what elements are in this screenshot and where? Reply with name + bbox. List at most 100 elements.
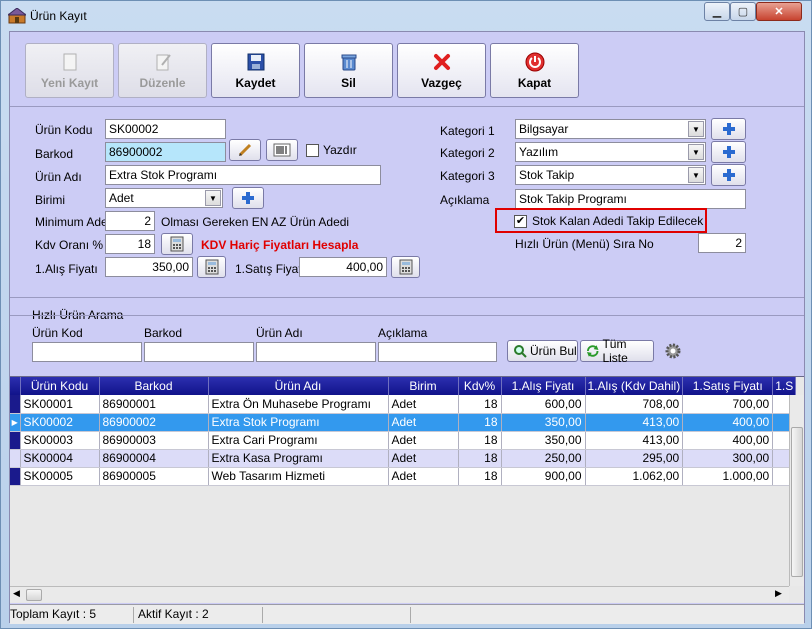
- product-grid[interactable]: Ürün Kodu Barkod Ürün Adı Birim Kdv% 1.Alış F…: [10, 376, 804, 603]
- horizontal-scrollbar[interactable]: ◀ ▶: [10, 586, 789, 602]
- table-cell[interactable]: 18: [458, 431, 502, 450]
- table-cell[interactable]: SK00002: [20, 413, 100, 432]
- delete-button[interactable]: Sil: [304, 43, 393, 98]
- save-button[interactable]: Kaydet: [211, 43, 300, 98]
- table-row[interactable]: SK00003 86900003 Extra Cari Programı Adet 18…: [10, 431, 797, 450]
- hizli-urun-field[interactable]: 2: [698, 233, 746, 253]
- row-indicator[interactable]: [10, 467, 21, 486]
- table-cell[interactable]: 600,00: [501, 395, 586, 414]
- column-header[interactable]: Ürün Kodu: [20, 377, 100, 395]
- add-birim-button[interactable]: [232, 187, 264, 209]
- urun-adi-field[interactable]: Extra Stok Programı: [105, 165, 381, 185]
- satis-fiyati-field[interactable]: 400,00: [299, 257, 387, 277]
- table-cell[interactable]: 86900003: [99, 431, 209, 450]
- table-cell[interactable]: 86900004: [99, 449, 209, 468]
- vertical-scroll-thumb[interactable]: [791, 427, 803, 577]
- column-header[interactable]: Barkod: [99, 377, 209, 395]
- add-kategori-3-button[interactable]: [711, 164, 746, 186]
- kdv-haric-link[interactable]: KDV Hariç Fiyatları Hesapla: [201, 238, 358, 252]
- table-cell[interactable]: 295,00: [585, 449, 684, 468]
- find-product-button[interactable]: Ürün Bul: [507, 340, 578, 362]
- alis-fiyati-field[interactable]: 350,00: [105, 257, 193, 277]
- scroll-left-icon[interactable]: ◀: [13, 588, 20, 599]
- table-cell[interactable]: Extra Ön Muhasebe Programı: [208, 395, 389, 414]
- gear-icon[interactable]: [665, 343, 681, 359]
- edit-button[interactable]: Düzenle: [118, 43, 207, 98]
- table-cell[interactable]: 18: [458, 467, 502, 486]
- column-header[interactable]: 1.Alış Fiyatı: [501, 377, 586, 395]
- column-header[interactable]: Ürün Adı: [208, 377, 389, 395]
- generate-barcode-button[interactable]: [229, 139, 261, 161]
- table-cell[interactable]: Extra Stok Programı: [208, 413, 389, 432]
- scroll-right-icon[interactable]: ▶: [775, 588, 782, 599]
- all-list-button[interactable]: Tüm Liste: [580, 337, 654, 365]
- row-indicator[interactable]: [10, 449, 21, 468]
- title-bar[interactable]: Ürün Kayıt ▁ ▢ ✕: [1, 1, 811, 31]
- add-kategori-1-button[interactable]: [711, 118, 746, 140]
- new-record-button[interactable]: Yeni Kayıt: [25, 43, 114, 98]
- column-header[interactable]: Kdv%: [458, 377, 502, 395]
- barkod-field[interactable]: 86900002: [105, 142, 226, 162]
- table-cell[interactable]: 400,00: [682, 431, 774, 450]
- chevron-down-icon[interactable]: ▼: [688, 144, 704, 160]
- table-cell[interactable]: 350,00: [501, 413, 586, 432]
- birimi-select[interactable]: Adet ▼: [105, 188, 223, 208]
- chevron-down-icon[interactable]: ▼: [688, 121, 704, 137]
- column-header[interactable]: 1.S: [772, 377, 797, 395]
- table-cell[interactable]: Web Tasarım Hizmeti: [208, 467, 389, 486]
- table-cell[interactable]: Adet: [388, 413, 459, 432]
- table-cell[interactable]: 350,00: [501, 431, 586, 450]
- table-cell[interactable]: 250,00: [501, 449, 586, 468]
- column-header[interactable]: 1.Satış Fiyatı: [682, 377, 774, 395]
- add-kategori-2-button[interactable]: [711, 141, 746, 163]
- chevron-down-icon[interactable]: ▼: [205, 190, 221, 206]
- kdv-calculator-button[interactable]: [161, 233, 193, 255]
- table-cell[interactable]: 86900001: [99, 395, 209, 414]
- table-cell[interactable]: SK00003: [20, 431, 100, 450]
- table-cell[interactable]: Adet: [388, 431, 459, 450]
- search-kod-input[interactable]: [32, 342, 142, 362]
- search-aciklama-input[interactable]: [378, 342, 497, 362]
- horizontal-scroll-thumb[interactable]: [26, 589, 42, 601]
- min-adet-field[interactable]: 2: [105, 211, 155, 231]
- table-cell[interactable]: Adet: [388, 395, 459, 414]
- close-button[interactable]: Kapat: [490, 43, 579, 98]
- minimize-button[interactable]: ▁: [704, 2, 730, 21]
- table-cell[interactable]: 18: [458, 413, 502, 432]
- table-cell[interactable]: 900,00: [501, 467, 586, 486]
- table-cell[interactable]: 400,00: [682, 413, 774, 432]
- table-cell[interactable]: Extra Kasa Programı: [208, 449, 389, 468]
- table-row[interactable]: SK00001 86900001 Extra Ön Muhasebe Program…: [10, 395, 797, 414]
- kategori-2-select[interactable]: Yazılım ▼: [515, 142, 706, 162]
- table-cell[interactable]: 1.000,00: [682, 467, 774, 486]
- table-row[interactable]: ▶ SK00002 86900002 Extra Stok Programı Adet 1…: [10, 413, 797, 432]
- table-cell[interactable]: Extra Cari Programı: [208, 431, 389, 450]
- row-indicator[interactable]: ▶: [10, 413, 21, 432]
- table-cell[interactable]: 708,00: [585, 395, 684, 414]
- row-indicator[interactable]: [10, 395, 21, 414]
- stok-takip-checkbox[interactable]: ✔: [514, 215, 527, 228]
- kdv-field[interactable]: 18: [105, 234, 155, 254]
- kategori-1-select[interactable]: Bilgsayar ▼: [515, 119, 706, 139]
- table-cell[interactable]: 1.062,00: [585, 467, 684, 486]
- yazdir-checkbox[interactable]: [306, 144, 319, 157]
- vertical-scrollbar[interactable]: [789, 395, 804, 586]
- search-adi-input[interactable]: [256, 342, 376, 362]
- table-cell[interactable]: 86900002: [99, 413, 209, 432]
- table-cell[interactable]: 18: [458, 449, 502, 468]
- table-cell[interactable]: SK00005: [20, 467, 100, 486]
- urun-kodu-field[interactable]: SK00002: [105, 119, 226, 139]
- print-barcode-button[interactable]: [266, 139, 298, 161]
- table-row[interactable]: SK00005 86900005 Web Tasarım Hizmeti Adet 18…: [10, 467, 797, 486]
- chevron-down-icon[interactable]: ▼: [688, 167, 704, 183]
- table-cell[interactable]: 413,00: [585, 431, 684, 450]
- table-cell[interactable]: 86900005: [99, 467, 209, 486]
- table-cell[interactable]: 700,00: [682, 395, 774, 414]
- table-cell[interactable]: Adet: [388, 449, 459, 468]
- maximize-button[interactable]: ▢: [730, 2, 756, 21]
- table-row[interactable]: SK00004 86900004 Extra Kasa Programı Adet 18…: [10, 449, 797, 468]
- satis-calculator-button[interactable]: [391, 256, 420, 278]
- cancel-button[interactable]: Vazgeç: [397, 43, 486, 98]
- table-cell[interactable]: SK00004: [20, 449, 100, 468]
- table-cell[interactable]: 18: [458, 395, 502, 414]
